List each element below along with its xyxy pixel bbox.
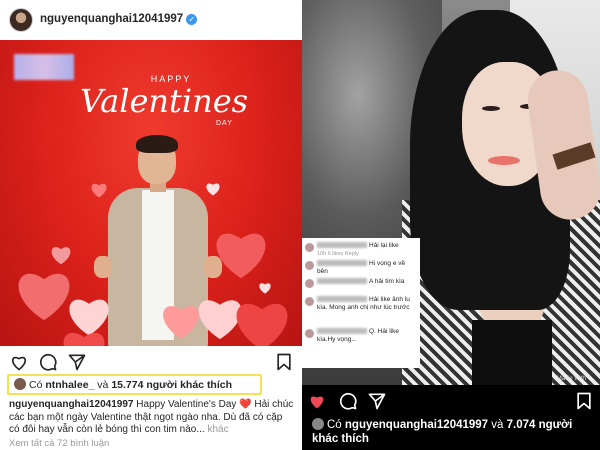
liker-username[interactable]: ntnhalee_	[45, 379, 94, 391]
verified-icon: ✓	[186, 14, 198, 25]
caption-more-link[interactable]: khác	[207, 424, 228, 435]
likes-prefix: Có	[327, 419, 342, 431]
post-header-username-wrap: nguyenquanghai12041997 ✓	[40, 13, 198, 25]
made-with-watermark: Made with	[556, 375, 586, 382]
blurred-username	[317, 328, 367, 335]
commenter-avatar	[305, 243, 314, 252]
comments-overlay: Hải lại like 10h 6 likes Reply Hi vọng e…	[302, 238, 420, 368]
heart-decoration	[236, 303, 288, 346]
post-photo[interactable]: Made with Hải lại like 10h 6 likes Reply…	[302, 0, 600, 385]
comment-item: Hải lại like 10h 6 likes Reply	[305, 242, 417, 260]
post-header: nguyenquanghai12041997 ✓	[0, 0, 302, 40]
heart-icon[interactable]	[307, 391, 327, 411]
heart-decoration	[259, 283, 271, 294]
comment-item: Q. Hải like kìa.Hy vọng...	[305, 328, 417, 346]
valentine-title-text: Valentines	[80, 82, 249, 120]
bookmark-icon[interactable]	[274, 352, 294, 372]
heart-decoration	[18, 273, 70, 321]
post-actions	[302, 385, 600, 417]
likes-others-count[interactable]: 15.774 người khác	[111, 379, 204, 391]
avatar[interactable]	[9, 8, 33, 32]
commenter-avatar	[305, 261, 314, 270]
post-caption: nguyenquanghai12041997 Happy Valentine's…	[9, 399, 294, 437]
commenter-avatar	[305, 329, 314, 338]
blurred-username	[317, 242, 367, 249]
commenter-avatar	[305, 297, 314, 306]
heart-decoration	[91, 183, 107, 198]
comment-icon[interactable]	[338, 391, 358, 411]
heart-decoration	[51, 247, 71, 265]
post-image[interactable]: HAPPY Valentines DAY	[0, 40, 302, 346]
username[interactable]: nguyenquanghai12041997	[40, 13, 183, 25]
caption-username[interactable]: nguyenquanghai12041997	[9, 399, 134, 410]
heart-decoration	[216, 233, 266, 279]
blurred-username	[317, 260, 367, 267]
blurred-username	[317, 296, 367, 303]
right-instagram-post: Made with Hải lại like 10h 6 likes Reply…	[302, 0, 600, 450]
bookmark-icon[interactable]	[574, 391, 594, 411]
liker-username[interactable]: nguyenquanghai12041997	[345, 419, 488, 431]
comment-item: A hải tim kìa	[305, 278, 417, 296]
heart-icon[interactable]	[9, 352, 29, 372]
likes-suffix: thích	[206, 379, 233, 391]
left-instagram-post: nguyenquanghai12041997 ✓ HAPPY Valentines…	[0, 0, 302, 450]
likes-middle: và	[97, 379, 109, 391]
heart-decoration	[63, 332, 105, 346]
likes-line: Có nguyenquanghai12041997 và 7.074 người…	[312, 418, 600, 446]
liker-avatar	[312, 418, 324, 430]
comment-item: Hi vọng e về bên	[305, 260, 417, 278]
likes-highlight-box: Có ntnhalee_ và 15.774 người khác thích	[7, 374, 262, 395]
comment-text: A hải tim kìa	[369, 278, 405, 285]
comment-meta: 10h 6 likes Reply	[317, 251, 359, 257]
comment-item: Hải like ảnh lu kìa. Mong anh chị như lú…	[305, 296, 417, 328]
blurred-username	[317, 278, 367, 285]
comment-icon[interactable]	[38, 352, 58, 372]
commenter-avatar	[305, 279, 314, 288]
share-icon[interactable]	[67, 352, 87, 372]
valentine-day-text: DAY	[216, 120, 233, 127]
heart-decoration	[206, 183, 220, 196]
likes-others-count[interactable]: 7.074	[507, 419, 536, 431]
post-actions	[0, 346, 302, 376]
likes-prefix: Có	[29, 379, 43, 391]
likes-line: Có ntnhalee_ và 15.774 người khác thích	[14, 378, 232, 391]
comment-text: Hải lại like	[369, 242, 399, 249]
likes-middle: và	[491, 419, 504, 431]
view-all-comments-link[interactable]: Xem tất cả 72 bình luận	[9, 438, 109, 449]
share-icon[interactable]	[367, 391, 387, 411]
liker-avatar	[14, 378, 26, 390]
heart-decoration	[163, 306, 199, 339]
